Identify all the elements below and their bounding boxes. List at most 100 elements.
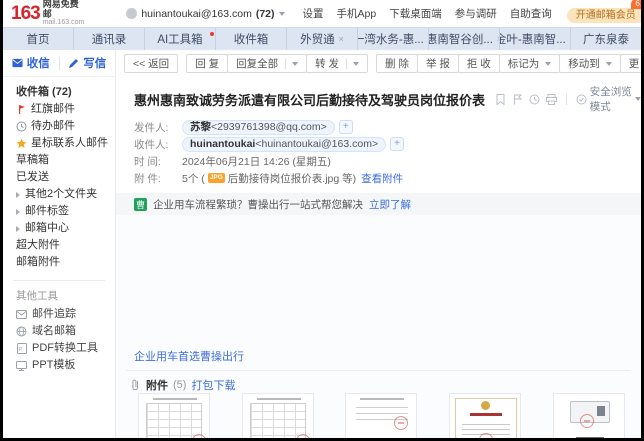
sidebar-item-mail-tracking[interactable]: 邮件追踪 [16, 306, 115, 323]
tab-foreign-trade[interactable]: 外贸通× [287, 28, 358, 50]
move-to-button[interactable]: 移动到 [559, 54, 621, 73]
body-ad-link[interactable]: 企业用车首选曹操出行 [134, 348, 244, 364]
thumb-decoration [153, 398, 197, 400]
tool-label: 邮件追踪 [32, 306, 76, 323]
sidebar-item-todo[interactable]: 待办邮件 [16, 118, 115, 135]
clock-icon [16, 121, 27, 132]
mobile-app-link[interactable]: 手机App [337, 6, 377, 21]
sidebar-item-starred[interactable]: 星标联系人邮件 [16, 135, 115, 152]
folder-label: 星标联系人邮件 [31, 135, 108, 152]
print-icon[interactable] [546, 94, 557, 105]
mail-track-icon [16, 309, 27, 320]
sidebar-item-mail-center[interactable]: 邮箱中心 [16, 220, 115, 237]
attachment-thumbnail[interactable] [345, 393, 417, 438]
sidebar-item-pdf-tools[interactable]: P PDF转换工具 [16, 340, 115, 357]
tab-label: 广东泉泰 [583, 31, 629, 47]
folder-label: 邮箱附件 [16, 254, 60, 271]
tab-mail-1[interactable]: 一湾水务-惠...× [358, 28, 429, 50]
close-icon[interactable]: × [339, 34, 344, 44]
forward-button[interactable]: 转 发 [306, 54, 368, 73]
sender-pill[interactable]: 苏黎 <2939761398@qq.com> [182, 120, 335, 135]
reply-all-button[interactable]: 回复全部 [227, 54, 307, 73]
tab-label: 首页 [27, 31, 50, 47]
attachment-card[interactable]: 法人身份证证明.j... 84.78K [330, 393, 434, 438]
add-contact-button[interactable]: + [390, 137, 404, 151]
survey-link[interactable]: 参与调研 [455, 6, 497, 21]
report-button[interactable]: 举 报 [417, 54, 459, 73]
tab-bar: 首页 通讯录 AI工具箱 收件箱 外贸通× 一湾水务-惠...× 惠南智谷创..… [3, 27, 641, 50]
ad-banner: 曹 企业用车流程繁琐？曹操出行一站式帮您解决 立即了解 [116, 193, 641, 215]
mail-view: << 返回 回 复 回复全部 转 发 删 除 举 报 拒 收 标记为 移动到 更… [116, 50, 641, 438]
jpg-file-icon: JPG [208, 173, 225, 183]
163-logo[interactable]: 163 网易免费邮 mail.163.com [11, 0, 84, 26]
self-service-link[interactable]: 自助查询 [510, 6, 552, 21]
mark-as-button[interactable]: 标记为 [499, 54, 561, 73]
sidebar-item-inbox[interactable]: 收件箱 (72) [16, 84, 115, 101]
delete-button[interactable]: 删 除 [376, 54, 418, 73]
tab-label: AI工具箱 [157, 31, 202, 47]
chevron-down-icon [635, 97, 641, 101]
attachment-card[interactable]: 营业执照.jpg 182.06K [433, 393, 537, 438]
sidebar-item-domain-mail[interactable]: 域名邮箱 [16, 323, 115, 340]
sidebar-item-mailbox-attachments[interactable]: 邮箱附件 [16, 254, 115, 271]
recipient-pill[interactable]: huinantoukai <huinantoukai@163.com> [182, 137, 386, 152]
chevron-down-icon[interactable] [292, 62, 298, 66]
from-label: 发件人: [134, 120, 182, 135]
from-row: 发件人: 苏黎 <2939761398@qq.com> + [134, 119, 641, 135]
reject-button[interactable]: 拒 收 [458, 54, 500, 73]
attachment-thumbnail[interactable] [449, 393, 521, 438]
settings-link[interactable]: 设置 [303, 6, 324, 21]
more-button[interactable]: 更 多 [620, 54, 641, 73]
paperclip-icon [130, 380, 141, 391]
sidebar-item-drafts[interactable]: 草稿箱 [16, 152, 115, 169]
thumb-decoration [257, 398, 301, 400]
red-stamp-icon [394, 416, 408, 430]
chevron-down-icon[interactable] [353, 62, 359, 66]
account-menu[interactable]: huinantoukai@163.com (72) [126, 8, 284, 20]
recipient-name: huinantoukai [190, 137, 255, 151]
ppt-icon [16, 360, 27, 371]
vip-membership[interactable]: 开通邮箱会员 618 [567, 5, 641, 23]
attachment-thumbnail[interactable] [553, 393, 625, 438]
account-email: huinantoukai@163.com [141, 8, 251, 20]
sidebar-item-sent[interactable]: 已发送 [16, 169, 115, 186]
attachments-count: (5) [173, 379, 186, 391]
tab-home[interactable]: 首页 [3, 28, 74, 50]
sidebar-item-flagged[interactable]: 红旗邮件 [16, 101, 115, 118]
vip-pill[interactable]: 开通邮箱会员 [567, 8, 641, 23]
tab-mail-3[interactable]: 金叶-惠南智...× [500, 28, 571, 50]
write-mail-button[interactable]: 写信 [60, 50, 116, 76]
back-button[interactable]: << 返回 [124, 54, 178, 73]
tab-inbox[interactable]: 收件箱 [216, 28, 287, 50]
sidebar-item-labels[interactable]: 邮件标签 [16, 203, 115, 220]
safe-browse-mode[interactable]: 安全浏览模式 [576, 84, 641, 114]
tab-label: 金叶-惠南智... [500, 31, 566, 47]
sidebar-item-other-folders[interactable]: 其他2个文件夹 [16, 186, 115, 203]
clock-icon[interactable] [529, 94, 540, 105]
tab-mail-2[interactable]: 惠南智谷创...× [429, 28, 500, 50]
attachment-thumbnail[interactable] [242, 393, 314, 438]
tab-ai-toolbox[interactable]: AI工具箱 [145, 28, 216, 50]
view-attachments-link[interactable]: 查看附件 [361, 171, 403, 186]
attachment-card[interactable]: 法人身份证复印... 131.2K [537, 393, 641, 438]
bookmark-icon[interactable] [495, 94, 506, 105]
red-stamp-icon [580, 414, 594, 428]
flag-icon[interactable] [512, 94, 523, 105]
receive-mail-button[interactable]: 收信 [3, 50, 59, 76]
attach-row: 附 件: 5个 ( JPG 后勤接待岗位报价表.jpg 等) 查看附件 [134, 170, 641, 186]
attachment-thumbnail[interactable] [138, 393, 210, 438]
tool-label: 域名邮箱 [32, 323, 76, 340]
sidebar-item-ppt-templates[interactable]: PPT模板 [16, 357, 115, 374]
download-all-link[interactable]: 打包下载 [191, 377, 235, 393]
tab-mail-4[interactable]: 广东泉泰 [571, 28, 641, 50]
add-contact-button[interactable]: + [339, 120, 353, 134]
ad-learn-more-link[interactable]: 立即了解 [369, 197, 411, 212]
attachment-card[interactable]: 驾驶员岗位报价... 113.43K [226, 393, 330, 438]
folder-label: 红旗邮件 [31, 101, 75, 118]
tab-contacts[interactable]: 通讯录 [74, 28, 145, 50]
reply-button[interactable]: 回 复 [186, 54, 228, 73]
desktop-download-link[interactable]: 下载桌面端 [389, 6, 442, 21]
attachment-card[interactable]: 后勤接待岗位报... 115.23K [122, 393, 226, 438]
sidebar-item-large-attachments[interactable]: 超大附件 [16, 237, 115, 254]
mail-body: 企业用车首选曹操出行 附件 (5) 打包下载 后勤接待 [116, 215, 641, 438]
